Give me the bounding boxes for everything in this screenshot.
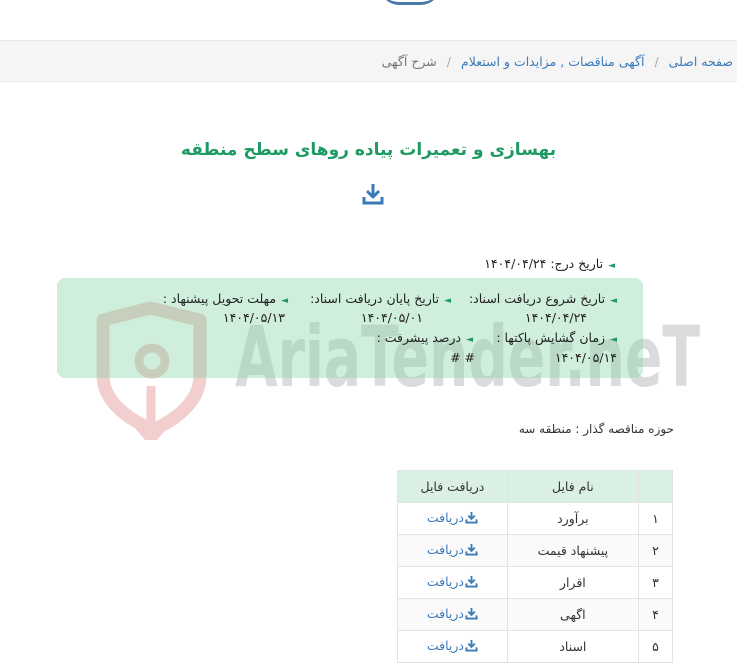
doc-start-value: ۱۴۰۴/۰۴/۲۴: [524, 310, 587, 325]
breadcrumb-current: شرح آگهی: [381, 53, 437, 69]
doc-end-field: ◄تاریخ پایان دریافت اسناد:: [310, 291, 451, 306]
breadcrumb: صفحه اصلی / آگهی مناقصات , مزایدات و است…: [0, 40, 737, 82]
table-row: ۲ پیشنهاد قیمت دریافت: [397, 534, 674, 567]
opening-value: ۱۴۰۴/۰۵/۱۴: [554, 350, 617, 365]
row-number: ۲: [637, 534, 674, 567]
table-row: ۴ اگهی دریافت: [397, 598, 674, 631]
download-icon: [465, 639, 478, 652]
row-number: ۱: [637, 502, 674, 535]
tender-info-box: ◄تاریخ شروع دریافت اسناد: ۱۴۰۴/۰۴/۲۴ ◄تا…: [57, 278, 643, 378]
file-name: اسناد: [506, 630, 639, 663]
col-download: دریافت فایل: [397, 470, 508, 503]
download-link[interactable]: دریافت: [427, 606, 478, 621]
table-row: ۵ اسناد دریافت: [397, 630, 674, 663]
download-link[interactable]: دریافت: [427, 638, 478, 653]
file-name: اقرار: [506, 566, 639, 599]
tender-authority: حوزه مناقصه گذار : منطقه سه: [518, 422, 674, 436]
breadcrumb-separator: /: [654, 53, 659, 69]
triangle-left-icon: ◄: [610, 335, 617, 345]
download-icon: [465, 511, 478, 524]
doc-end-value: ۱۴۰۴/۰۵/۰۱: [360, 310, 423, 325]
table-header-row: نام فایل دریافت فایل: [397, 470, 674, 503]
file-name: پیشنهاد قیمت: [506, 534, 639, 567]
download-link[interactable]: دریافت: [427, 510, 478, 525]
row-number: ۵: [637, 630, 674, 663]
files-table: نام فایل دریافت فایل ۱ برآورد دریافت ۲ پ…: [397, 470, 674, 663]
doc-start-field: ◄تاریخ شروع دریافت اسناد:: [468, 291, 617, 306]
triangle-left-icon: ◄: [608, 261, 615, 271]
page-title: بهسازی و تعمیرات پیاده روهای سطح منطقه: [180, 140, 557, 160]
triangle-left-icon: ◄: [444, 296, 451, 306]
table-row: ۱ برآورد دریافت: [397, 502, 674, 535]
registration-date: ◄تاریخ درج: ۱۴۰۴/۰۴/۲۴: [484, 256, 615, 271]
triangle-left-icon: ◄: [281, 296, 288, 306]
triangle-left-icon: ◄: [466, 335, 473, 345]
col-file-name: نام فایل: [506, 470, 639, 503]
download-link[interactable]: دریافت: [427, 542, 478, 557]
row-number: ۴: [637, 598, 674, 631]
table-row: ۳ اقرار دریافت: [397, 566, 674, 599]
deadline-field: ◄مهلت تحویل پیشنهاد :: [162, 291, 288, 306]
breadcrumb-category[interactable]: آگهی مناقصات , مزایدات و استعلام: [461, 54, 644, 69]
deadline-value: ۱۴۰۴/۰۵/۱۳: [222, 310, 285, 325]
breadcrumb-separator: /: [446, 53, 451, 69]
opening-field: ◄زمان گشایش پاکتها :: [496, 330, 617, 345]
header-logo-arc: [380, 0, 440, 5]
col-number: [637, 470, 674, 503]
progress-value: # #: [450, 350, 475, 365]
breadcrumb-home[interactable]: صفحه اصلی: [669, 54, 733, 69]
download-icon: [465, 607, 478, 620]
file-name: اگهی: [506, 598, 639, 631]
download-icon: [465, 575, 478, 588]
registration-date-value: ۱۴۰۴/۰۴/۲۴: [484, 256, 547, 271]
file-name: برآورد: [506, 502, 639, 535]
download-icon: [362, 184, 384, 205]
download-all-button[interactable]: [362, 182, 384, 206]
row-number: ۳: [637, 566, 674, 599]
progress-field: ◄درصد پیشرفت :: [376, 330, 473, 345]
download-icon: [465, 543, 478, 556]
triangle-left-icon: ◄: [610, 296, 617, 306]
download-link[interactable]: دریافت: [427, 574, 478, 589]
